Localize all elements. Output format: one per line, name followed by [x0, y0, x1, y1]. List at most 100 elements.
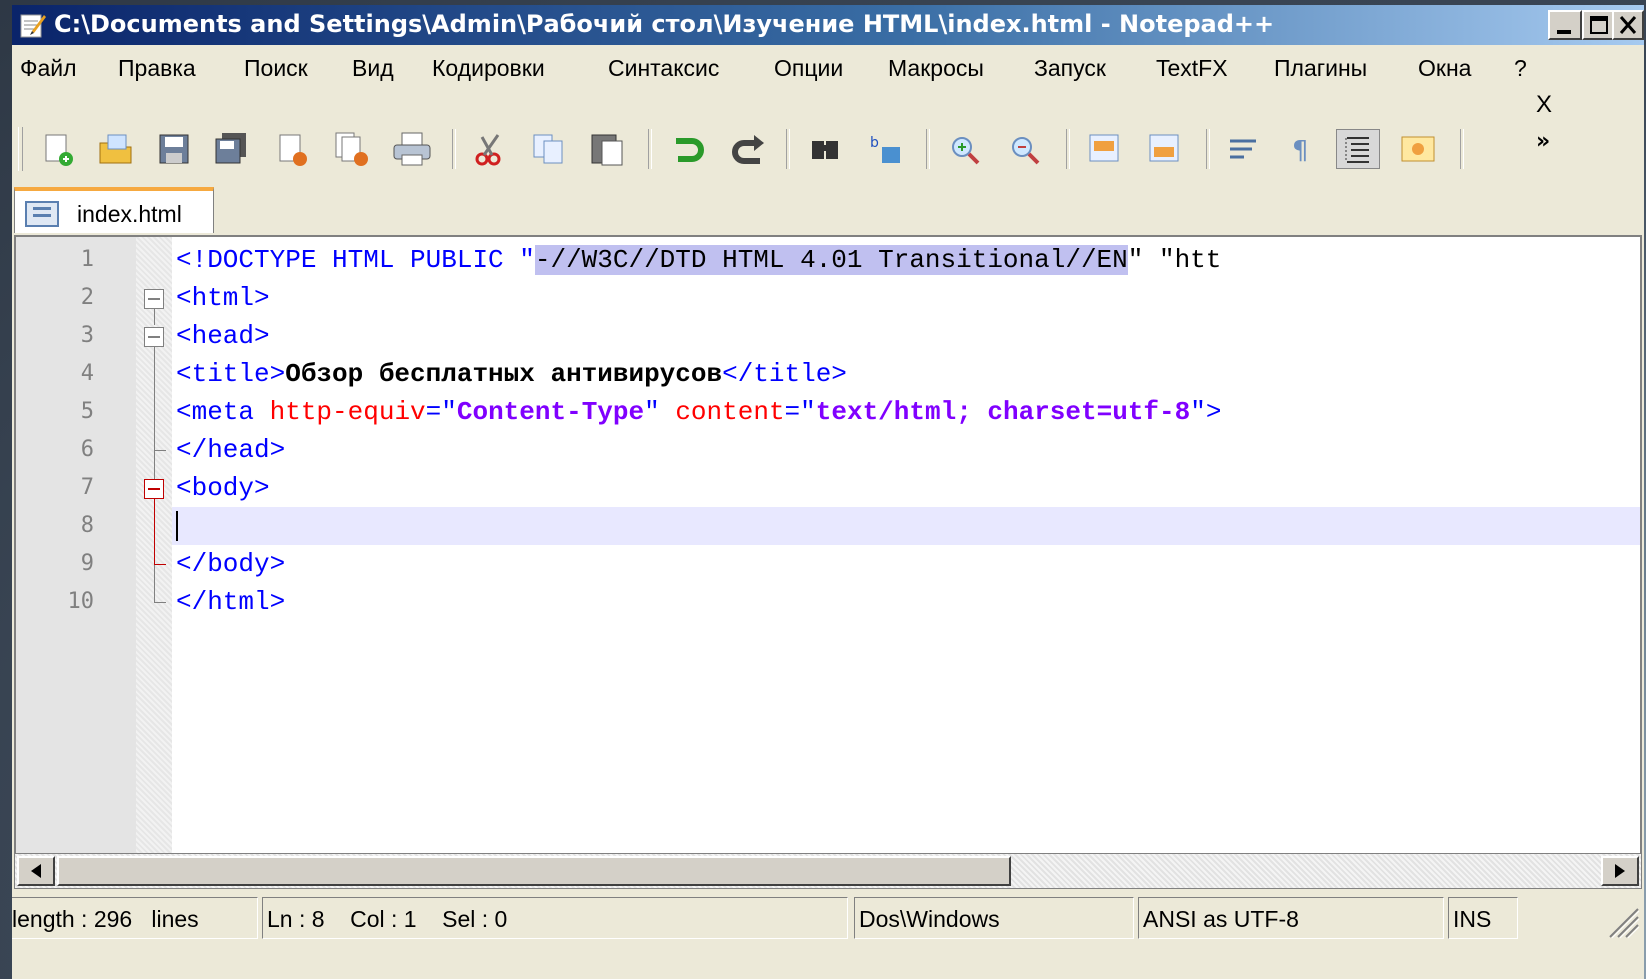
undo-icon: [676, 138, 704, 162]
code-text: <!DOCTYPE HTML PUBLIC "-//W3C//DTD HTML …: [176, 245, 1221, 275]
close-file-button[interactable]: [270, 129, 314, 169]
maximize-button[interactable]: [1582, 10, 1616, 40]
close-window-button[interactable]: [1612, 10, 1644, 40]
save-button[interactable]: [152, 129, 196, 169]
show-all-chars-button[interactable]: ¶: [1280, 129, 1324, 169]
meta-open: <meta: [176, 397, 270, 427]
line-number: 2: [80, 285, 94, 310]
code-line: 7 <body>: [16, 469, 1640, 507]
resize-grip-icon[interactable]: [1602, 901, 1640, 939]
cut-button[interactable]: [468, 129, 512, 169]
head-close-tag: </head>: [176, 435, 286, 465]
code-line: 5 <meta http-equiv="Content-Type" conten…: [16, 393, 1640, 431]
code-line: 4 <title>Обзор бесплатных антивирусов</t…: [16, 355, 1640, 393]
line-number: 1: [80, 247, 94, 272]
menu-view[interactable]: Вид: [352, 55, 394, 82]
undo-button[interactable]: [666, 129, 710, 169]
paste-button[interactable]: [586, 129, 630, 169]
line-number: 9: [80, 551, 94, 576]
close-all-button[interactable]: [330, 129, 374, 169]
toolbar-separator: [926, 129, 930, 169]
replace-icon: b: [870, 135, 900, 163]
toolbar-separator: [452, 129, 456, 169]
scroll-left-button[interactable]: [17, 856, 55, 886]
menu-macro[interactable]: Макросы: [888, 55, 984, 82]
menu-encoding[interactable]: Кодировки: [432, 55, 545, 82]
open-file-button[interactable]: [94, 129, 138, 169]
attr-value: text/html; charset=utf-8: [815, 397, 1191, 427]
horizontal-scrollbar[interactable]: [14, 853, 1642, 889]
tab-index-html[interactable]: index.html: [14, 187, 214, 233]
status-mode: INS: [1453, 906, 1492, 932]
scroll-right-button[interactable]: [1601, 856, 1639, 886]
menu-plugins[interactable]: Плагины: [1274, 55, 1367, 82]
fold-line: [154, 451, 155, 479]
zoom-out-button[interactable]: [1004, 129, 1048, 169]
fold-line: [154, 499, 155, 565]
toolbar-separator: [786, 129, 790, 169]
minimize-button[interactable]: [1548, 10, 1582, 40]
redo-icon: [732, 135, 764, 164]
fold-line: [154, 347, 155, 451]
attr-value: Content-Type: [456, 397, 645, 427]
body-tag: <body>: [176, 473, 270, 503]
find-icon: [812, 141, 838, 159]
word-wrap-icon: [1230, 139, 1256, 159]
code-text: </head>: [176, 435, 285, 465]
replace-button[interactable]: b: [864, 129, 908, 169]
copy-button[interactable]: [528, 129, 572, 169]
zoom-in-button[interactable]: [944, 129, 988, 169]
sync-vertical-icon: [1089, 134, 1119, 162]
print-button[interactable]: [390, 129, 434, 169]
sync-vertical-button[interactable]: [1084, 129, 1128, 169]
saved-file-icon: [25, 201, 59, 227]
line-number: 5: [80, 399, 94, 424]
fold-toggle-body[interactable]: [144, 479, 164, 499]
indent-guide-button[interactable]: [1336, 129, 1380, 169]
print-icon: [393, 132, 431, 166]
code-text: <html>: [176, 283, 270, 313]
menu-run[interactable]: Запуск: [1034, 55, 1106, 82]
html-tag: <html>: [176, 283, 270, 313]
line-number: 7: [80, 475, 94, 500]
code-text: <head>: [176, 321, 270, 351]
title-bar[interactable]: C:\Documents and Settings\Admin\Рабочий …: [12, 5, 1644, 45]
fold-line: [154, 309, 155, 325]
menu-settings[interactable]: Опции: [774, 55, 843, 82]
close-icon: [1619, 16, 1637, 34]
code-editor[interactable]: 1 <!DOCTYPE HTML PUBLIC "-//W3C//DTD HTM…: [14, 235, 1642, 855]
menu-window[interactable]: Окна: [1418, 55, 1471, 82]
menu-file[interactable]: Файл: [20, 55, 77, 82]
status-position: Ln : 8 Col : 1 Sel : 0: [267, 906, 508, 932]
toolbar-separator: [648, 129, 652, 169]
user-defined-dialog-icon: [1401, 136, 1435, 162]
minimize-icon: [1557, 30, 1571, 34]
toolbar-separator: [1206, 129, 1210, 169]
save-all-button[interactable]: [210, 129, 254, 169]
line-number: 6: [80, 437, 94, 462]
scrollbar-thumb[interactable]: [57, 856, 1011, 886]
sync-horizontal-button[interactable]: [1144, 129, 1188, 169]
fold-toggle-head[interactable]: [144, 327, 164, 347]
menu-syntax[interactable]: Синтаксис: [608, 55, 719, 82]
menu-edit[interactable]: Правка: [118, 55, 196, 82]
user-defined-dialog-button[interactable]: [1396, 129, 1440, 169]
attr-name: content: [675, 397, 785, 427]
menu-help[interactable]: ?: [1514, 55, 1527, 82]
menu-search[interactable]: Поиск: [244, 55, 308, 82]
toolbar-separator: [1066, 129, 1070, 169]
toolbar: b ¶ »: [12, 123, 1644, 179]
code-line: 6 </head>: [16, 431, 1640, 469]
new-file-button[interactable]: [36, 129, 80, 169]
fold-toggle-html[interactable]: [144, 289, 164, 309]
menu-textfx[interactable]: TextFX: [1156, 55, 1228, 82]
svg-text:b: b: [870, 135, 879, 151]
word-wrap-button[interactable]: [1222, 129, 1266, 169]
paste-icon: [591, 134, 623, 166]
toolbar-grip[interactable]: [18, 127, 23, 171]
toolbar-overflow-button[interactable]: »: [1536, 129, 1550, 154]
code-text: <body>: [176, 473, 270, 503]
close-document-button[interactable]: X: [1536, 91, 1552, 119]
find-button[interactable]: [804, 129, 848, 169]
redo-button[interactable]: [726, 129, 770, 169]
